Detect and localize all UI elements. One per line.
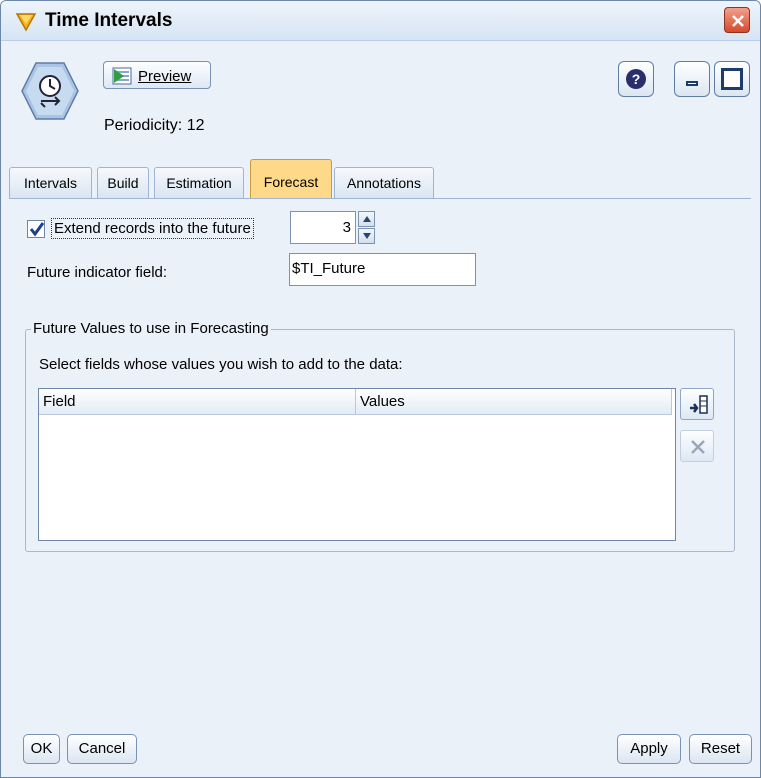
preview-label: Preview (138, 68, 192, 85)
periodicity-text: Periodicity: 12 (104, 117, 205, 134)
minimize-icon (686, 81, 698, 86)
maximize-button[interactable] (714, 61, 750, 97)
tab-forecast[interactable]: Forecast (250, 159, 332, 199)
extend-records-label[interactable]: Extend records into the future (51, 218, 254, 239)
future-indicator-field[interactable]: $TI_Future (289, 253, 476, 286)
tab-panel-divider (9, 198, 751, 199)
fields-table[interactable]: Field Values (38, 388, 676, 541)
stepper-down-button[interactable] (358, 228, 375, 244)
select-fields-label: Select fields whose values you wish to a… (39, 356, 403, 373)
cancel-button[interactable]: Cancel (67, 734, 137, 764)
close-icon (732, 15, 744, 27)
future-indicator-label: Future indicator field: (27, 264, 168, 281)
help-icon: ? (626, 69, 646, 89)
chevron-down-icon (363, 233, 371, 239)
window-title: Time Intervals (45, 10, 173, 31)
tab-intervals[interactable]: Intervals (9, 167, 92, 199)
preview-button[interactable]: Preview (103, 61, 211, 89)
delete-field-button[interactable] (680, 430, 714, 462)
maximize-icon (721, 68, 743, 90)
tab-build[interactable]: Build (97, 167, 149, 199)
stepper-up-button[interactable] (358, 211, 375, 227)
extend-count-value: 3 (342, 219, 351, 236)
column-header-values[interactable]: Values (356, 389, 672, 415)
close-button[interactable] (724, 7, 750, 33)
checkmark-icon (29, 222, 45, 237)
chevron-up-icon (363, 216, 371, 222)
extend-records-checkbox[interactable] (27, 220, 45, 238)
title-bar: Time Intervals (1, 1, 760, 41)
extend-count-field[interactable]: 3 (290, 211, 356, 244)
preview-icon (112, 67, 132, 88)
tab-annotations[interactable]: Annotations (334, 167, 434, 199)
column-header-field[interactable]: Field (39, 389, 356, 415)
minimize-button[interactable] (674, 61, 710, 97)
diamond-node-icon (15, 10, 37, 32)
field-picker-icon (690, 395, 708, 414)
extend-count-stepper (358, 211, 375, 244)
apply-button[interactable]: Apply (617, 734, 681, 764)
clock-node-icon (21, 61, 79, 121)
time-intervals-dialog: Time Intervals Preview Periodicity: 12 ?… (0, 0, 761, 778)
ok-button[interactable]: OK (23, 734, 60, 764)
add-field-button[interactable] (680, 388, 714, 420)
delete-icon (691, 440, 705, 454)
future-values-group-title: Future Values to use in Forecasting (31, 320, 271, 337)
help-button[interactable]: ? (618, 61, 654, 97)
reset-button[interactable]: Reset (689, 734, 752, 764)
tab-estimation[interactable]: Estimation (154, 167, 244, 199)
